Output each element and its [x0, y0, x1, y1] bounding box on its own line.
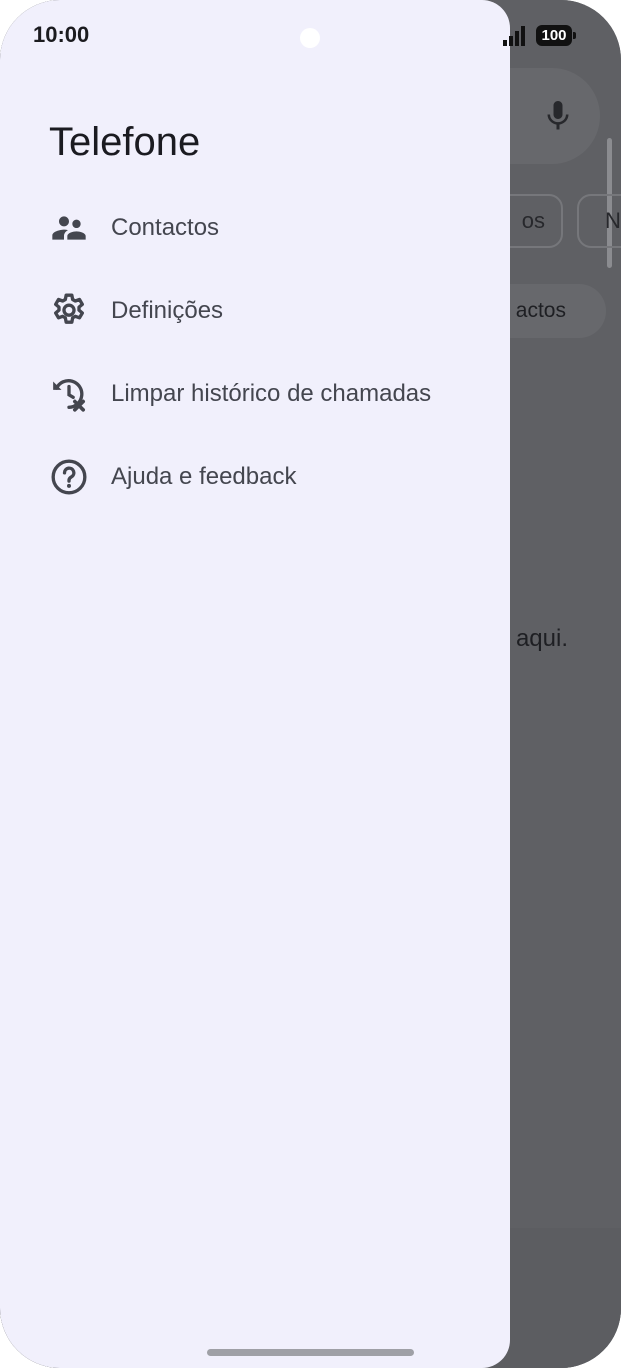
microphone-icon — [547, 101, 569, 130]
camera-cutout — [300, 28, 320, 48]
settings-gear-icon — [54, 293, 85, 324]
phone-screen: os N actos aqui. 10:00 100 Telefone Cont… — [0, 0, 621, 1368]
menu-item-label: Contactos — [111, 214, 220, 241]
menu-item-label: Definições — [111, 297, 224, 324]
battery-icon: 100 — [536, 25, 576, 46]
help-icon — [51, 459, 87, 495]
background-filter-chip: N — [577, 194, 621, 248]
navigation-drawer: Telefone Contactos Definições Limpar his… — [0, 0, 510, 1368]
drawer-title: Telefone — [49, 120, 201, 164]
signal-icon — [503, 26, 525, 46]
clear-history-icon — [53, 379, 85, 412]
menu-item-contacts[interactable]: Contactos — [0, 193, 510, 263]
home-indicator[interactable] — [207, 1349, 414, 1356]
status-time: 10:00 — [33, 22, 90, 47]
menu-item-label: Ajuda e feedback — [111, 463, 297, 490]
menu-item-clear-call-history[interactable]: Limpar histórico de chamadas — [0, 359, 510, 429]
contacts-icon — [52, 216, 86, 240]
menu-item-label: Limpar histórico de chamadas — [111, 380, 432, 407]
menu-item-settings[interactable]: Definições — [0, 276, 510, 346]
menu-item-help-feedback[interactable]: Ajuda e feedback — [0, 442, 510, 512]
